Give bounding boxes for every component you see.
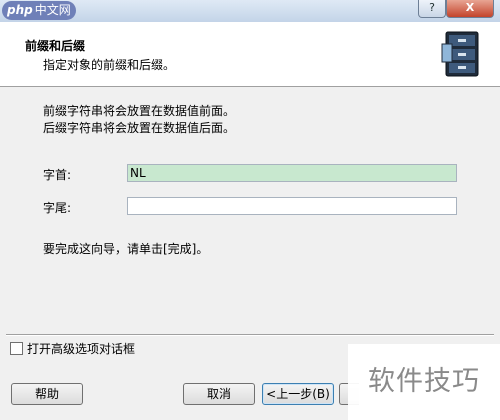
page-subtitle: 指定对象的前缀和后缀。	[43, 58, 176, 72]
cancel-button[interactable]: 取消	[183, 383, 255, 405]
suffix-description: 后缀字符串将会放置在数据值后面。	[43, 121, 236, 135]
suffix-input[interactable]	[127, 197, 457, 215]
back-button[interactable]: <上一步(B)	[262, 383, 334, 405]
wizard-header: 前缀和后缀 指定对象的前缀和后缀。	[0, 22, 500, 87]
advanced-options-label: 打开高级选项对话框	[27, 341, 136, 356]
prefix-input[interactable]: NL	[127, 164, 457, 182]
close-window-button[interactable]: X	[446, 0, 494, 18]
filing-cabinet-icon	[441, 31, 479, 77]
watermark: 软件技巧	[348, 344, 500, 420]
site-logo: php 中文网	[2, 1, 76, 20]
help-window-button[interactable]: ?	[418, 0, 446, 18]
finish-instruction: 要完成这向导，请单击[完成]。	[43, 242, 209, 256]
title-bar: php 中文网 ? X	[0, 0, 500, 23]
help-button[interactable]: 帮助	[11, 383, 83, 405]
page-title: 前缀和后缀	[25, 39, 86, 53]
advanced-options-row[interactable]: 打开高级选项对话框	[10, 340, 135, 356]
prefix-description: 前缀字符串将会放置在数据值前面。	[43, 104, 236, 118]
divider	[6, 334, 494, 336]
suffix-label: 字尾:	[43, 201, 72, 215]
prefix-label: 字首:	[43, 168, 72, 182]
advanced-options-checkbox[interactable]	[10, 341, 23, 355]
